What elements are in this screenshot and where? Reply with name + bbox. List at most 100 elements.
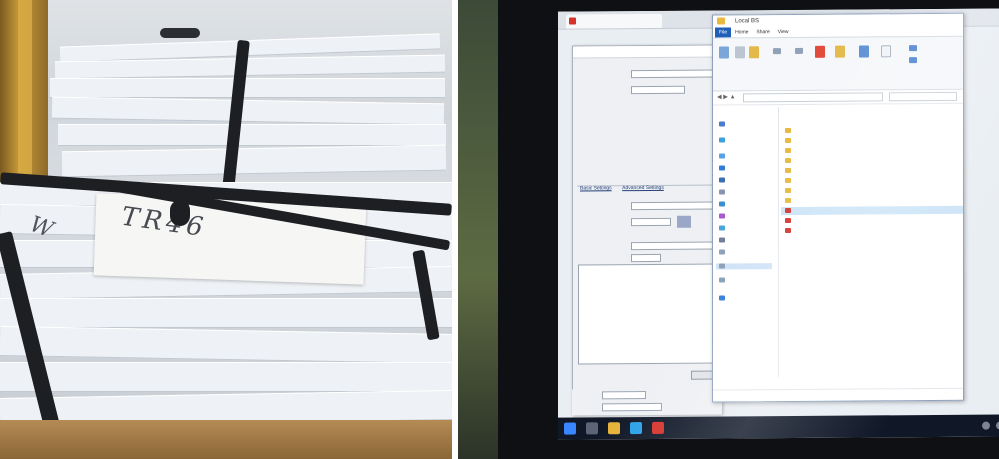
new-folder-icon[interactable] xyxy=(835,45,845,58)
documents-icon xyxy=(719,189,725,195)
list-item[interactable] xyxy=(781,196,964,205)
cardboard-box xyxy=(0,420,452,459)
properties-icon[interactable] xyxy=(859,45,869,58)
nav-item[interactable] xyxy=(719,225,728,231)
settings-dialog: Basic Settings Advanced Settings xyxy=(572,44,722,416)
nav-item[interactable] xyxy=(719,295,728,301)
address-bar[interactable] xyxy=(743,92,883,103)
browser-tab[interactable] xyxy=(566,13,662,29)
list-item[interactable] xyxy=(781,226,964,235)
folder-icon xyxy=(717,17,725,25)
drive-icon xyxy=(719,249,725,255)
ribbon-tab-file[interactable]: File xyxy=(715,27,732,38)
cut-icon[interactable] xyxy=(773,48,781,55)
monitor-photo: Basic Settings Advanced Settings Local B… xyxy=(458,0,999,459)
list-item[interactable] xyxy=(781,156,964,165)
strap-handle xyxy=(160,28,200,38)
windows-start-icon[interactable] xyxy=(564,422,576,435)
notes-area[interactable] xyxy=(578,263,718,365)
nav-item-selected[interactable] xyxy=(716,263,772,270)
paper-sheet xyxy=(0,298,452,328)
file-explorer-icon[interactable] xyxy=(608,422,620,435)
filename-field[interactable] xyxy=(602,391,646,400)
nav-item[interactable] xyxy=(719,153,728,159)
search-icon[interactable] xyxy=(586,422,598,435)
drive-icon xyxy=(719,277,725,283)
settings-tabs: Basic Settings Advanced Settings xyxy=(577,175,719,191)
list-item[interactable] xyxy=(781,126,964,135)
objects-icon xyxy=(719,165,725,171)
status-bar xyxy=(713,387,963,402)
type-select[interactable] xyxy=(631,241,715,251)
folder-icon xyxy=(785,148,791,154)
list-item[interactable] xyxy=(781,186,964,195)
folder-icon xyxy=(785,168,791,174)
color-swatch[interactable] xyxy=(677,215,691,228)
tab-basic[interactable]: Basic Settings xyxy=(577,183,615,193)
nav-item[interactable] xyxy=(719,137,728,143)
nav-item[interactable] xyxy=(719,177,728,183)
nav-item[interactable] xyxy=(719,165,728,171)
paste-icon[interactable] xyxy=(749,46,759,59)
folder-icon xyxy=(785,178,791,184)
network-icon xyxy=(719,295,725,301)
tray-icon[interactable] xyxy=(982,421,990,430)
nav-item[interactable] xyxy=(719,189,728,195)
pdf-icon xyxy=(785,208,791,214)
folder-icon xyxy=(785,198,791,204)
folder-icon xyxy=(785,138,791,144)
folder-icon xyxy=(785,188,791,194)
option-select[interactable] xyxy=(631,201,715,211)
paper-sheet xyxy=(50,78,445,98)
size-field[interactable] xyxy=(631,217,671,227)
monitor-screen: Basic Settings Advanced Settings Local B… xyxy=(558,8,999,440)
filetype-field[interactable] xyxy=(602,402,662,412)
music-icon xyxy=(719,213,725,219)
explorer-title: Local BS xyxy=(735,18,760,25)
copy-icon[interactable] xyxy=(735,46,745,59)
videos-icon xyxy=(719,237,725,243)
nav-item[interactable] xyxy=(719,237,728,243)
nav-item[interactable] xyxy=(719,121,728,127)
open-icon[interactable] xyxy=(881,45,891,58)
nav-item[interactable] xyxy=(719,213,728,219)
count-field[interactable] xyxy=(631,253,661,263)
wooden-frame-highlight xyxy=(18,0,32,200)
file-explorer-window: Local BS File Home Share View ◀ ▶ ▲ xyxy=(712,12,964,403)
name-field[interactable] xyxy=(631,85,685,95)
computer-icon xyxy=(719,153,725,159)
search-input[interactable] xyxy=(889,91,957,102)
tab-advanced[interactable]: Advanced Settings xyxy=(619,183,667,193)
delete-icon[interactable] xyxy=(815,45,825,58)
nav-item[interactable] xyxy=(719,277,728,283)
list-item[interactable] xyxy=(781,166,964,175)
ribbon-tab-share[interactable]: Share xyxy=(752,27,773,37)
pdf-app-icon[interactable] xyxy=(652,421,664,434)
nav-item[interactable] xyxy=(719,249,728,255)
paper-sheet xyxy=(0,362,452,392)
select-all-icon[interactable] xyxy=(909,45,917,52)
nav-arrows-icon[interactable]: ◀ ▶ ▲ xyxy=(717,93,736,100)
list-item[interactable] xyxy=(781,176,964,185)
monitor-bezel: Basic Settings Advanced Settings Local B… xyxy=(498,0,999,459)
list-item[interactable] xyxy=(781,146,964,155)
select-none-icon[interactable] xyxy=(909,57,917,64)
path-field[interactable] xyxy=(631,69,715,79)
folder-icon xyxy=(785,158,791,164)
file-list xyxy=(781,106,964,377)
ribbon-tab-home[interactable]: Home xyxy=(731,27,752,37)
pin-icon[interactable] xyxy=(719,46,729,59)
explorer-titlebar: Local BS xyxy=(713,13,963,28)
move-icon[interactable] xyxy=(795,47,803,54)
pdf-icon xyxy=(785,228,791,234)
list-item[interactable] xyxy=(781,216,964,225)
pictures-icon xyxy=(719,225,725,231)
nav-item[interactable] xyxy=(719,201,728,207)
browser-icon[interactable] xyxy=(630,422,642,435)
list-item[interactable] xyxy=(781,136,964,145)
navigation-pane xyxy=(713,107,779,378)
taskbar xyxy=(558,414,999,440)
ribbon-tab-view[interactable]: View xyxy=(774,27,793,37)
list-item-selected[interactable] xyxy=(781,205,964,216)
pdf-icon xyxy=(785,218,791,224)
